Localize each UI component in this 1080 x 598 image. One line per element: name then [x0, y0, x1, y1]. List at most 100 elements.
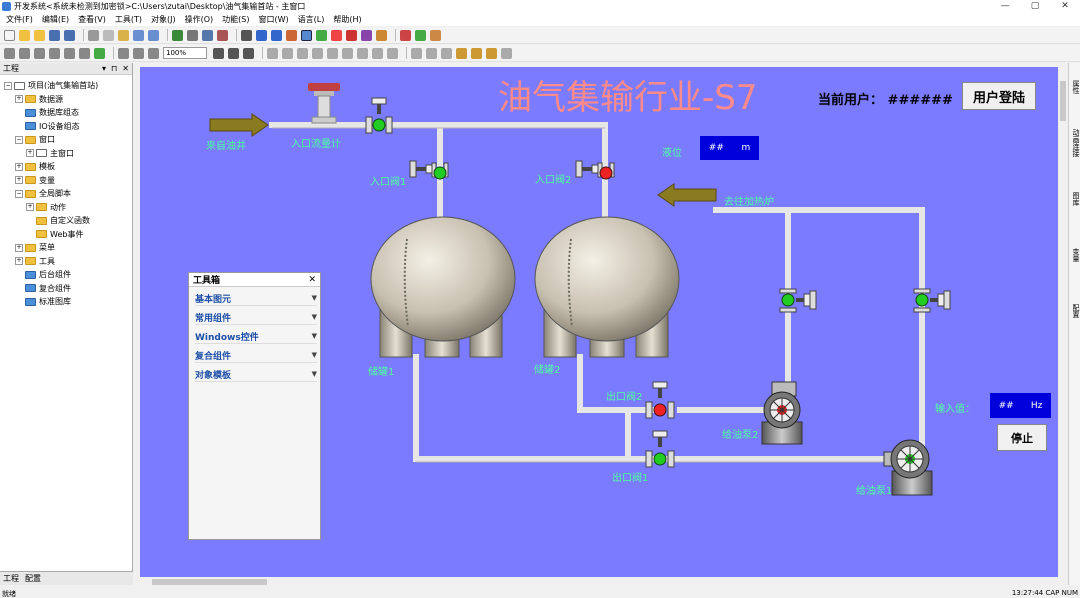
tree-node[interactable]: 自定义函数: [0, 214, 132, 228]
expand-toggle-icon[interactable]: +: [15, 162, 23, 171]
valve-outlet-2[interactable]: [645, 381, 675, 419]
report-icon[interactable]: [430, 29, 441, 41]
properties-icon[interactable]: [501, 47, 512, 59]
save-all-icon[interactable]: [64, 29, 75, 41]
alarm-icon[interactable]: [400, 29, 411, 41]
line-tool-icon[interactable]: [286, 29, 297, 41]
menu-help[interactable]: 帮助(H): [333, 14, 361, 25]
valve-inlet-2[interactable]: [575, 160, 615, 180]
tree-node[interactable]: 标准图库: [0, 295, 132, 309]
dock-tab-properties[interactable]: 属性: [1069, 63, 1080, 111]
line-color-icon[interactable]: [486, 47, 497, 59]
tab-config[interactable]: 配置: [22, 573, 44, 584]
copy-icon[interactable]: [103, 29, 114, 41]
cut-icon[interactable]: [88, 29, 99, 41]
group-icon[interactable]: [94, 47, 105, 59]
tree-node[interactable]: Web事件: [0, 228, 132, 242]
redo-icon[interactable]: [148, 29, 159, 41]
menu-operation[interactable]: 操作(O): [185, 14, 214, 25]
tree-node[interactable]: + 数据源: [0, 93, 132, 107]
undo-icon[interactable]: [133, 29, 144, 41]
open-folder-icon[interactable]: [19, 29, 30, 41]
valve-outlet-1[interactable]: [645, 430, 675, 468]
distribute-h-icon[interactable]: [267, 47, 278, 59]
open-project-icon[interactable]: [34, 29, 45, 41]
ellipse-tool-icon[interactable]: [316, 29, 327, 41]
close-button[interactable]: ✕: [1050, 0, 1080, 12]
window-icon[interactable]: [271, 29, 282, 41]
storage-tank-1[interactable]: [370, 216, 516, 358]
tree-node[interactable]: 后台组件: [0, 268, 132, 282]
flip-icon[interactable]: [387, 47, 398, 59]
bring-front-icon[interactable]: [342, 47, 353, 59]
menu-window[interactable]: 窗口(W): [258, 14, 288, 25]
zoom-in-icon[interactable]: [118, 47, 129, 59]
tree-node[interactable]: − 窗口: [0, 133, 132, 147]
align-bottom-icon[interactable]: [79, 47, 90, 59]
tree-node[interactable]: + 变量: [0, 174, 132, 188]
maximize-button[interactable]: ▢: [1020, 0, 1050, 12]
underline-icon[interactable]: [243, 47, 254, 59]
library-icon[interactable]: [376, 29, 387, 41]
record-icon[interactable]: [331, 29, 342, 41]
login-button[interactable]: 用户登陆: [962, 82, 1036, 110]
pin-icon[interactable]: ⊓: [111, 64, 117, 73]
dock-tab-config[interactable]: 配置: [1069, 287, 1080, 335]
new-file-icon[interactable]: [4, 29, 15, 41]
inlet-flowmeter[interactable]: [308, 83, 340, 124]
valve-heater-right[interactable]: [913, 288, 951, 313]
paste-icon[interactable]: [118, 29, 129, 41]
zoom-fit-icon[interactable]: [148, 47, 159, 59]
align-right-icon[interactable]: [34, 47, 45, 59]
expand-toggle-icon[interactable]: −: [15, 189, 23, 198]
expand-toggle-icon[interactable]: +: [15, 243, 23, 252]
italic-icon[interactable]: [228, 47, 239, 59]
menu-object[interactable]: 对象(J): [151, 14, 176, 25]
lock-icon[interactable]: [441, 47, 452, 59]
distribute-v-icon[interactable]: [282, 47, 293, 59]
menu-file[interactable]: 文件(F): [6, 14, 33, 25]
expand-toggle-icon[interactable]: +: [26, 203, 34, 212]
tree-node[interactable]: 数据库组态: [0, 106, 132, 120]
download-icon[interactable]: [172, 29, 183, 41]
tree-node[interactable]: + 模板: [0, 160, 132, 174]
compile-icon[interactable]: [202, 29, 213, 41]
same-width-icon[interactable]: [297, 47, 308, 59]
vertical-scrollbar[interactable]: [1058, 67, 1068, 577]
storage-tank-2[interactable]: [534, 216, 680, 358]
expand-toggle-icon[interactable]: +: [26, 149, 34, 158]
stop-button[interactable]: 停止: [997, 424, 1047, 451]
find-icon[interactable]: [241, 29, 252, 41]
expand-toggle-icon[interactable]: −: [15, 135, 23, 144]
snap-icon[interactable]: [426, 47, 437, 59]
rotate-icon[interactable]: [372, 47, 383, 59]
menu-edit[interactable]: 编辑(E): [42, 14, 69, 25]
toolbox-item-composite[interactable]: 复合组件 ▼: [195, 348, 317, 363]
dock-tab-animation[interactable]: 动画连接: [1069, 119, 1080, 167]
menu-view[interactable]: 查看(V): [78, 14, 106, 25]
pointer-icon[interactable]: [256, 29, 267, 41]
tree-node[interactable]: 复合组件: [0, 282, 132, 296]
tree-node[interactable]: + 主窗口: [0, 147, 132, 161]
component-icon[interactable]: [361, 29, 372, 41]
expand-toggle-icon[interactable]: +: [15, 257, 23, 266]
expand-toggle-icon[interactable]: −: [4, 81, 12, 90]
tree-node[interactable]: − 全局脚本: [0, 187, 132, 201]
tree-node[interactable]: + 动作: [0, 201, 132, 215]
palette-icon[interactable]: [456, 47, 467, 59]
expand-toggle-icon[interactable]: +: [15, 95, 23, 104]
tree-node[interactable]: − 项目(油气集输首站): [0, 79, 132, 93]
tree-node[interactable]: IO设备组态: [0, 120, 132, 134]
scada-canvas[interactable]: 油气集输行业-S7 当前用户： ###### 用户登陆 来自油井 入口流量计 入…: [140, 67, 1058, 577]
menu-language[interactable]: 语言(L): [298, 14, 325, 25]
save-icon[interactable]: [49, 29, 60, 41]
zoom-select[interactable]: 100%: [163, 47, 207, 59]
toolbox-item-windows[interactable]: Windows控件 ▼: [195, 329, 317, 344]
expand-toggle-icon[interactable]: +: [15, 176, 23, 185]
toolbox-item-template[interactable]: 对象模板 ▼: [195, 367, 317, 382]
horizontal-scrollbar[interactable]: [140, 577, 1058, 587]
run-icon[interactable]: [217, 29, 228, 41]
scroll-thumb[interactable]: [152, 579, 267, 585]
toolbox-close-icon[interactable]: ✕: [308, 275, 316, 285]
print-icon[interactable]: [187, 29, 198, 41]
